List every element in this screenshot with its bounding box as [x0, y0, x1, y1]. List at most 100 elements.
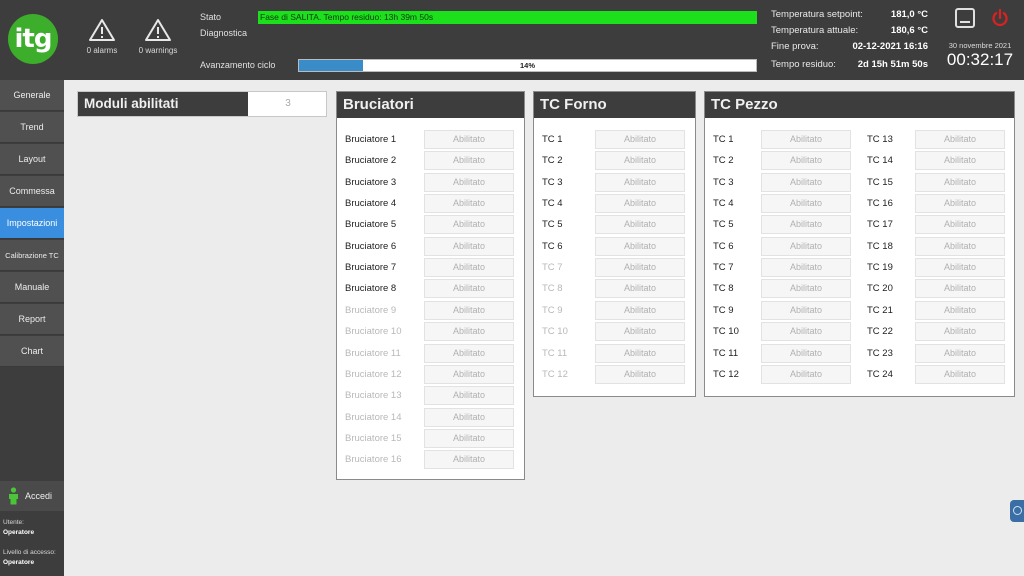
tc-forno-enable-toggle[interactable]: Abilitato	[595, 172, 685, 192]
bruciatore-enable-toggle[interactable]: Abilitato	[424, 364, 514, 384]
bruciatore-label: Bruciatore 1	[345, 134, 397, 145]
tc-pezzo-enable-toggle[interactable]: Abilitato	[915, 172, 1005, 192]
sidebar-item-chart[interactable]: Chart	[0, 336, 64, 367]
tc-forno-enable-toggle[interactable]: Abilitato	[595, 215, 685, 235]
progress-text: 14%	[519, 61, 535, 70]
tc-forno-enable-toggle[interactable]: Abilitato	[595, 364, 685, 384]
bruciatore-enable-toggle[interactable]: Abilitato	[424, 300, 514, 320]
moduli-label: Moduli abilitati	[78, 92, 248, 116]
tc-pezzo-enable-toggle[interactable]: Abilitato	[761, 300, 851, 320]
header-bar: itg 0 alarms 0 warnings Stato Diagnostic…	[0, 0, 1024, 80]
bruciatore-enable-toggle[interactable]: Abilitato	[424, 236, 514, 256]
bruciatore-row: Bruciatore 11 Abilitato	[345, 343, 514, 363]
bruciatore-enable-toggle[interactable]: Abilitato	[424, 450, 514, 470]
tc-pezzo-enable-toggle[interactable]: Abilitato	[915, 236, 1005, 256]
tc-forno-enable-toggle[interactable]: Abilitato	[595, 151, 685, 171]
tc-pezzo-row: TC 18 Abilitato	[867, 236, 1005, 256]
tc-pezzo-label: TC 8	[713, 283, 734, 295]
tc-pezzo-enable-toggle[interactable]: Abilitato	[915, 258, 1005, 278]
bruciatore-enable-toggle[interactable]: Abilitato	[424, 407, 514, 427]
tc-forno-enable-toggle[interactable]: Abilitato	[595, 279, 685, 299]
alarms-button[interactable]: 0 alarms	[72, 18, 132, 55]
tc-pezzo-row: TC 6 Abilitato	[713, 236, 851, 256]
bruciatore-row: Bruciatore 16 Abilitato	[345, 450, 514, 470]
tc-pezzo-label: TC 10	[713, 326, 739, 338]
sidebar-item-manuale[interactable]: Manuale	[0, 272, 64, 303]
tc-pezzo-enable-toggle[interactable]: Abilitato	[915, 279, 1005, 299]
tc-pezzo-enable-toggle[interactable]: Abilitato	[761, 258, 851, 278]
tc-pezzo-enable-toggle[interactable]: Abilitato	[761, 322, 851, 342]
tc-pezzo-row: TC 12 Abilitato	[713, 364, 851, 384]
sidebar-item-commessa[interactable]: Commessa	[0, 176, 64, 207]
sidebar-item-calibrazione-tc[interactable]: Calibrazione TC	[0, 240, 64, 271]
tc-forno-label: TC 11	[542, 347, 568, 359]
tc-forno-enable-toggle[interactable]: Abilitato	[595, 130, 685, 149]
tc-pezzo-enable-toggle[interactable]: Abilitato	[915, 300, 1005, 320]
login-button[interactable]: Accedi	[0, 481, 64, 511]
bruciatore-enable-toggle[interactable]: Abilitato	[424, 215, 514, 235]
bruciatore-enable-toggle[interactable]: Abilitato	[424, 386, 514, 406]
sidebar: Generale Trend Layout Commessa Impostazi…	[0, 80, 64, 576]
tc-forno-enable-toggle[interactable]: Abilitato	[595, 300, 685, 320]
bruciatore-row: Bruciatore 5 Abilitato	[345, 215, 514, 235]
moduli-abilitati-field: Moduli abilitati 3	[77, 91, 327, 117]
tc-forno-enable-toggle[interactable]: Abilitato	[595, 236, 685, 256]
bruciatore-enable-toggle[interactable]: Abilitato	[424, 279, 514, 299]
tc-pezzo-enable-toggle[interactable]: Abilitato	[915, 130, 1005, 149]
tc-pezzo-enable-toggle[interactable]: Abilitato	[915, 215, 1005, 235]
tc-forno-enable-toggle[interactable]: Abilitato	[595, 322, 685, 342]
tc-pezzo-enable-toggle[interactable]: Abilitato	[761, 172, 851, 192]
bruciatori-panel: Bruciatori Bruciatore 1 Abilitato Bruciato…	[336, 91, 525, 480]
bruciatore-label: Bruciatore 11	[345, 347, 401, 359]
tc-pezzo-row: TC 17 Abilitato	[867, 215, 1005, 235]
warnings-button[interactable]: 0 warnings	[128, 18, 188, 55]
bruciatore-enable-toggle[interactable]: Abilitato	[424, 322, 514, 342]
sidebar-item-impostazioni[interactable]: Impostazioni	[0, 208, 64, 239]
bruciatore-enable-toggle[interactable]: Abilitato	[424, 172, 514, 192]
access-level-label: Livello di accesso:	[3, 549, 56, 556]
tc-pezzo-enable-toggle[interactable]: Abilitato	[915, 322, 1005, 342]
tc-pezzo-row: TC 11 Abilitato	[713, 343, 851, 363]
tc-pezzo-enable-toggle[interactable]: Abilitato	[761, 215, 851, 235]
tc-pezzo-enable-toggle[interactable]: Abilitato	[915, 151, 1005, 171]
info-value: 2d 15h 51m 50s	[857, 59, 928, 70]
bruciatore-label: Bruciatore 15	[345, 432, 402, 444]
tc-pezzo-enable-toggle[interactable]: Abilitato	[761, 364, 851, 384]
tc-forno-enable-toggle[interactable]: Abilitato	[595, 258, 685, 278]
moduli-value-input[interactable]: 3	[250, 92, 326, 116]
tc-pezzo-enable-toggle[interactable]: Abilitato	[915, 343, 1005, 363]
tc-pezzo-title: TC Pezzo	[705, 92, 1014, 118]
tc-pezzo-row: TC 20 Abilitato	[867, 279, 1005, 299]
bruciatore-row: Bruciatore 9 Abilitato	[345, 300, 514, 320]
tc-pezzo-enable-toggle[interactable]: Abilitato	[915, 364, 1005, 384]
warning-triangle-icon	[89, 19, 115, 41]
tc-pezzo-enable-toggle[interactable]: Abilitato	[761, 151, 851, 171]
bruciatore-enable-toggle[interactable]: Abilitato	[424, 194, 514, 214]
tc-forno-row: TC 4 Abilitato	[542, 194, 685, 214]
tc-forno-row: TC 5 Abilitato	[542, 215, 685, 235]
tc-pezzo-enable-toggle[interactable]: Abilitato	[761, 279, 851, 299]
bruciatore-enable-toggle[interactable]: Abilitato	[424, 428, 514, 448]
sidebar-item-generale[interactable]: Generale	[0, 80, 64, 111]
tc-pezzo-enable-toggle[interactable]: Abilitato	[915, 194, 1005, 214]
minimize-icon[interactable]	[955, 8, 975, 28]
bruciatore-row: Bruciatore 1 Abilitato	[345, 130, 514, 149]
tc-pezzo-row: TC 21 Abilitato	[867, 300, 1005, 320]
bruciatore-enable-toggle[interactable]: Abilitato	[424, 151, 514, 171]
tc-pezzo-enable-toggle[interactable]: Abilitato	[761, 236, 851, 256]
bruciatore-row: Bruciatore 10 Abilitato	[345, 322, 514, 342]
sidebar-item-trend[interactable]: Trend	[0, 112, 64, 143]
side-tab-handle[interactable]	[1010, 500, 1024, 522]
power-icon[interactable]	[990, 8, 1010, 28]
tc-pezzo-enable-toggle[interactable]: Abilitato	[761, 194, 851, 214]
tc-pezzo-enable-toggle[interactable]: Abilitato	[761, 130, 851, 149]
avanzamento-label: Avanzamento ciclo	[200, 60, 276, 70]
bruciatore-enable-toggle[interactable]: Abilitato	[424, 343, 514, 363]
tc-forno-enable-toggle[interactable]: Abilitato	[595, 194, 685, 214]
bruciatore-enable-toggle[interactable]: Abilitato	[424, 258, 514, 278]
sidebar-item-report[interactable]: Report	[0, 304, 64, 335]
tc-forno-enable-toggle[interactable]: Abilitato	[595, 343, 685, 363]
bruciatore-enable-toggle[interactable]: Abilitato	[424, 130, 514, 149]
sidebar-item-layout[interactable]: Layout	[0, 144, 64, 175]
tc-pezzo-enable-toggle[interactable]: Abilitato	[761, 343, 851, 363]
